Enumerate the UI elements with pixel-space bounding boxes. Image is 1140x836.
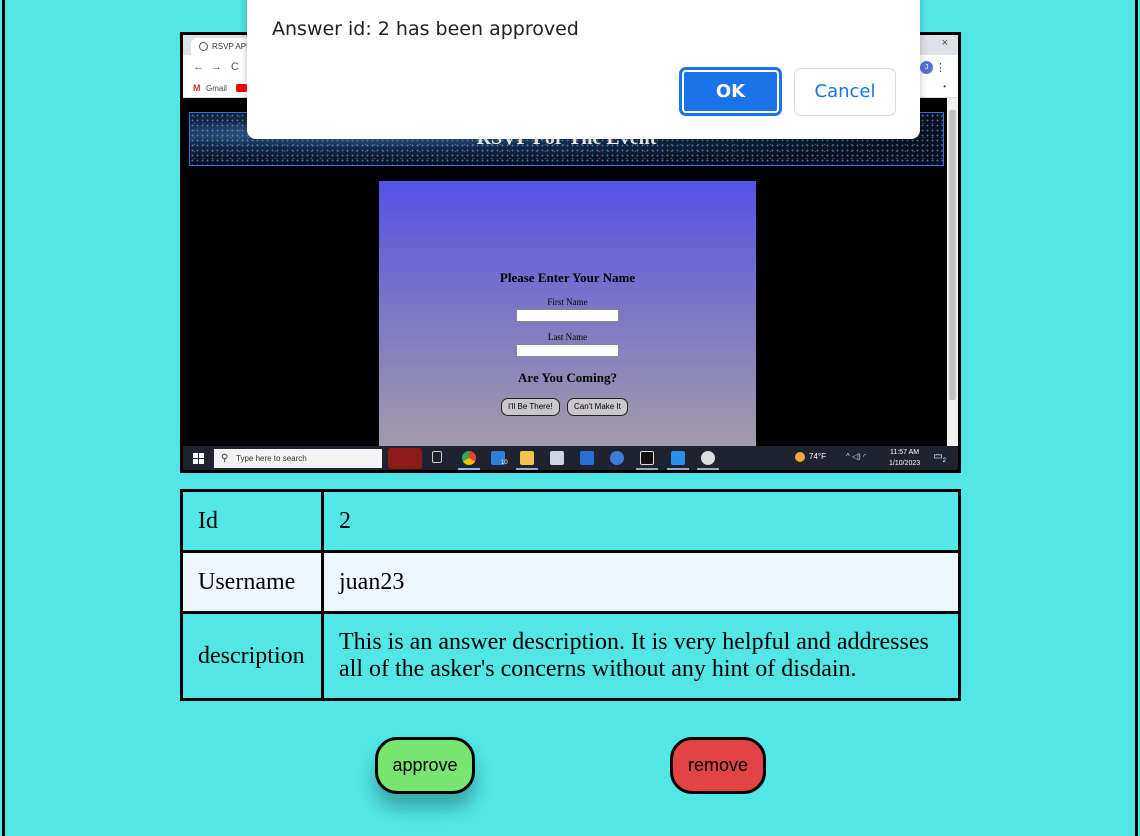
mail-badge: 10 (501, 460, 508, 466)
wifi-icon: ◜ (863, 452, 867, 461)
database-indicator (697, 468, 719, 470)
last-name-field (516, 344, 619, 357)
globe-icon (199, 42, 208, 51)
task-view-icon (432, 451, 442, 463)
last-name-label: Last Name (547, 332, 588, 342)
reload-icon: C (231, 61, 239, 73)
search-icon: ⚲ (221, 453, 229, 464)
back-arrow-icon: ← (193, 61, 204, 73)
youtube-icon (236, 84, 247, 92)
system-tray: ^ ◁) ◜ (846, 452, 866, 461)
dialog-message: Answer id: 2 has been approved (272, 18, 579, 40)
more-bookmarks-icon: • (943, 82, 946, 91)
row-key: Id (180, 489, 324, 553)
row-value: 2 (321, 489, 961, 553)
game-indicator (636, 468, 658, 470)
rsvp-page: RSVP For The Event Please Enter Your Nam… (183, 98, 953, 449)
row-key: description (180, 611, 324, 701)
active-app-indicator (458, 468, 480, 470)
temperature: 74°F (809, 452, 826, 462)
rsvp-form-card: Please Enter Your Name First Name Last N… (379, 181, 756, 449)
approval-alert-dialog: Answer id: 2 has been approved OK Cancel (247, 0, 920, 139)
clock-time: 11:57 AM (890, 449, 920, 456)
browser-tab-title: RSVP APP (212, 42, 252, 51)
row-key: Username (180, 550, 324, 614)
weather-icon (795, 452, 805, 462)
scrollbar-thumb (949, 110, 956, 400)
volume-icon: ◁) (852, 452, 861, 461)
answer-details-table: Id 2 Username juan23 description This is… (180, 489, 961, 701)
windows-taskbar: ⚲ Type here to search 10 74°F ^ ◁) ◜ 11:… (183, 446, 958, 470)
gmail-icon: M (193, 83, 201, 93)
table-row-id: Id 2 (180, 489, 961, 553)
database-icon (701, 451, 715, 465)
calendar-icon (580, 451, 594, 465)
forward-arrow-icon: → (211, 61, 222, 73)
row-value: juan23 (321, 550, 961, 614)
coming-heading: Are You Coming? (518, 370, 617, 385)
first-name-label: First Name (547, 297, 588, 307)
cancel-button[interactable]: Cancel (794, 68, 896, 116)
clock-date: 1/10/2023 (889, 460, 921, 467)
form-heading: Please Enter Your Name (499, 270, 636, 285)
weather-widget: 74°F (795, 452, 826, 462)
taskbar-search-placeholder: Type here to search (236, 454, 307, 463)
taskbar-search: ⚲ Type here to search (214, 449, 382, 468)
notification-icon: ▭2 (933, 451, 946, 464)
remove-button[interactable]: remove (670, 737, 766, 794)
notification-count: 2 (942, 458, 946, 464)
files-icon (550, 451, 564, 465)
widget-icon (388, 448, 422, 469)
vscode-icon (671, 451, 685, 465)
ok-button[interactable]: OK (679, 67, 782, 116)
no-button: Can't Make It (567, 398, 628, 416)
steam-icon (610, 451, 624, 465)
row-value: This is an answer description. It is ver… (321, 611, 961, 701)
windows-logo-icon (193, 453, 204, 464)
yes-button: I'll Be There! (501, 398, 560, 416)
game-icon (640, 451, 654, 465)
table-row-description: description This is an answer descriptio… (180, 611, 961, 701)
approve-button[interactable]: approve (375, 737, 475, 794)
explorer-indicator (516, 468, 538, 470)
close-icon: × (941, 37, 948, 49)
bookmark-gmail: Gmail (206, 84, 227, 93)
kebab-menu-icon: ⋮ (935, 62, 946, 74)
file-explorer-icon (520, 451, 534, 465)
tray-chevron-icon: ^ (846, 452, 850, 461)
profile-avatar: J (920, 61, 933, 74)
first-name-field (516, 309, 619, 322)
chrome-icon (462, 451, 476, 465)
vscode-indicator (667, 468, 689, 470)
table-row-username: Username juan23 (180, 550, 961, 614)
taskbar-clock: 11:57 AM 1/10/2023 (889, 447, 920, 469)
